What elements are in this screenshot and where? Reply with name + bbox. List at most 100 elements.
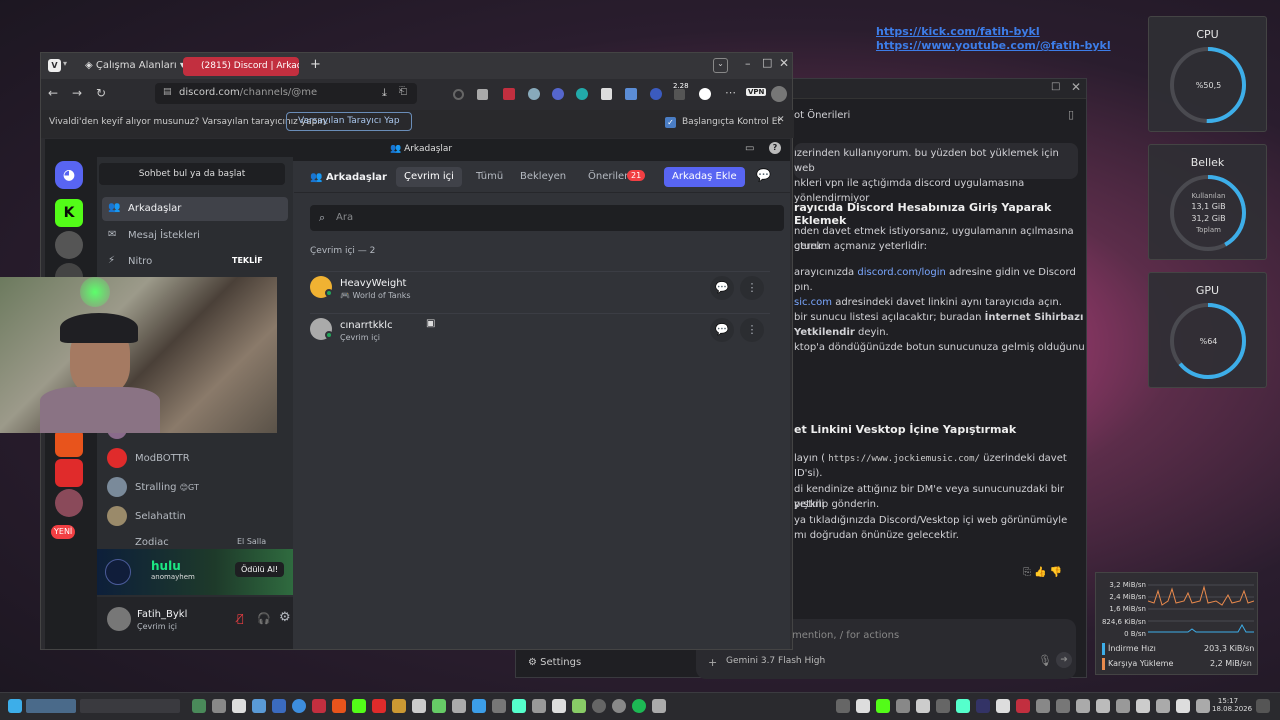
- tray-icon[interactable]: [1096, 699, 1110, 713]
- plus-icon[interactable]: +: [708, 656, 717, 669]
- promo-banner[interactable]: hulu anomayhem Ödülü Al!: [97, 549, 293, 595]
- message-icon[interactable]: 💬: [710, 276, 734, 300]
- discord-home-icon[interactable]: ◕: [55, 161, 83, 189]
- vivaldi-icon[interactable]: [312, 699, 326, 713]
- address-bar[interactable]: ▤ discord.com/channels/@me ⎗: [155, 83, 417, 104]
- dm-item[interactable]: Zodiac El Salla: [105, 533, 283, 549]
- app-icon[interactable]: [432, 699, 446, 713]
- extension-icon[interactable]: [552, 88, 564, 100]
- tray-icon[interactable]: [976, 699, 990, 713]
- tray-icon[interactable]: [896, 699, 910, 713]
- headphones-icon[interactable]: 🎧: [257, 612, 271, 625]
- nav-message-requests[interactable]: ✉ Mesaj İstekleri: [102, 224, 288, 248]
- tray-icon[interactable]: [1056, 699, 1070, 713]
- tray-icon[interactable]: [856, 699, 870, 713]
- app-icon[interactable]: [472, 699, 486, 713]
- site-info-icon[interactable]: ▤: [163, 87, 172, 97]
- tab-list-icon[interactable]: ⌄: [713, 58, 728, 73]
- app-icon[interactable]: [572, 699, 586, 713]
- download-icon[interactable]: ⤓: [382, 86, 387, 100]
- extension-icon[interactable]: [674, 89, 685, 100]
- server-icon[interactable]: [55, 429, 83, 457]
- extension-icon[interactable]: [576, 88, 588, 100]
- profile-avatar[interactable]: [771, 86, 787, 102]
- maximize-icon[interactable]: □: [1051, 81, 1060, 92]
- spotify-icon[interactable]: [632, 699, 646, 713]
- tab-pending[interactable]: Bekleyen: [520, 171, 566, 182]
- extension-icon[interactable]: [650, 88, 662, 100]
- app-launcher-icon[interactable]: [8, 699, 22, 713]
- pager[interactable]: [26, 699, 76, 713]
- settings-gear-icon[interactable]: ⚙: [279, 610, 291, 625]
- more-options-icon[interactable]: ⋮: [740, 276, 764, 300]
- server-icon[interactable]: [55, 459, 83, 487]
- tab-online[interactable]: Çevrim içi: [396, 167, 462, 187]
- close-icon[interactable]: ✕: [1071, 80, 1081, 94]
- tray-icon[interactable]: [876, 699, 890, 713]
- friend-row[interactable]: HeavyWeight 🎮 World of Tanks 💬 ⋮: [310, 271, 770, 311]
- new-group-dm-icon[interactable]: 💬: [756, 168, 771, 182]
- model-selector[interactable]: Gemini 3.7 Flash High: [726, 656, 825, 666]
- claim-reward-button[interactable]: Ödülü Al!: [235, 562, 285, 577]
- dm-item[interactable]: ModBOTTR: [105, 448, 283, 470]
- nav-nitro[interactable]: ⚡ Nitro TEKLİF: [102, 250, 288, 274]
- help-icon[interactable]: ?: [769, 142, 781, 154]
- app-icon[interactable]: [272, 699, 286, 713]
- mic-icon[interactable]: 🎙: [1038, 654, 1052, 667]
- app-icon[interactable]: [252, 699, 266, 713]
- files-icon[interactable]: [192, 699, 206, 713]
- friend-row[interactable]: cınarrtkklc ▣ Çevrim içi 💬 ⋮: [310, 313, 770, 353]
- app-icon[interactable]: [212, 699, 226, 713]
- app-icon[interactable]: [232, 699, 246, 713]
- vpn-button[interactable]: VPN: [746, 88, 767, 96]
- tray-icon[interactable]: [1016, 699, 1030, 713]
- forward-icon[interactable]: →: [72, 86, 82, 100]
- app-icon[interactable]: [392, 699, 406, 713]
- bookmark-icon[interactable]: ⎗: [399, 86, 407, 97]
- tab-suggestions[interactable]: Öneriler: [588, 171, 628, 182]
- feedback-icons[interactable]: ⎘ 👍 👎: [1023, 567, 1062, 578]
- server-icon[interactable]: [55, 231, 83, 259]
- maximize-icon[interactable]: □: [762, 56, 772, 69]
- extension-icon[interactable]: [625, 88, 637, 100]
- kick-link[interactable]: https://kick.com/fatih-bykl: [876, 25, 1111, 39]
- nav-friends[interactable]: 👥 Arkadaşlar: [102, 197, 288, 221]
- shield-icon[interactable]: [601, 88, 612, 100]
- mic-muted-icon[interactable]: 🎙̸: [237, 612, 244, 625]
- extension-icon[interactable]: [503, 88, 515, 100]
- checkbox[interactable]: ✓: [665, 117, 676, 128]
- app-icon[interactable]: [292, 699, 306, 713]
- dm-item[interactable]: Selahattin: [105, 506, 283, 528]
- inbox-icon[interactable]: ▭: [745, 143, 754, 154]
- tab-all[interactable]: Tümü: [476, 171, 503, 182]
- reload-icon[interactable]: ↻: [96, 86, 106, 100]
- extension-icon[interactable]: [699, 88, 711, 100]
- app-icon[interactable]: [652, 699, 666, 713]
- tray-icon[interactable]: [1116, 699, 1130, 713]
- tray-icon[interactable]: [1136, 699, 1150, 713]
- chevron-down-icon[interactable]: ▾: [63, 59, 67, 68]
- minimize-icon[interactable]: –: [745, 57, 751, 70]
- new-tab-icon[interactable]: +: [310, 57, 321, 72]
- add-friend-button[interactable]: Arkadaş Ekle: [664, 167, 745, 187]
- discord-login-link[interactable]: discord.com/login: [857, 267, 946, 278]
- back-icon[interactable]: ←: [48, 86, 58, 100]
- close-icon[interactable]: ✕: [777, 115, 785, 125]
- invite-link[interactable]: sic.com: [794, 297, 832, 308]
- tab-discord[interactable]: (2815) Discord | Arkadaşlar: [183, 57, 299, 76]
- user-avatar[interactable]: [107, 607, 131, 631]
- tray-icon[interactable]: [936, 699, 950, 713]
- task-item[interactable]: [80, 699, 180, 713]
- app-icon[interactable]: [492, 699, 506, 713]
- tray-icon[interactable]: [1036, 699, 1050, 713]
- kick-icon[interactable]: [352, 699, 366, 713]
- panel-icon[interactable]: ▯: [1068, 108, 1074, 121]
- app-icon[interactable]: [552, 699, 566, 713]
- send-icon[interactable]: ➜: [1056, 652, 1072, 668]
- app-icon[interactable]: [592, 699, 606, 713]
- youtube-link[interactable]: https://www.youtube.com/@fatih-bykl: [876, 39, 1111, 53]
- extension-icon[interactable]: [477, 89, 488, 100]
- tray-icon[interactable]: [916, 699, 930, 713]
- kick-server-icon[interactable]: K: [55, 199, 83, 227]
- workspaces-button[interactable]: ◈ Çalışma Alanları ▾: [85, 60, 185, 71]
